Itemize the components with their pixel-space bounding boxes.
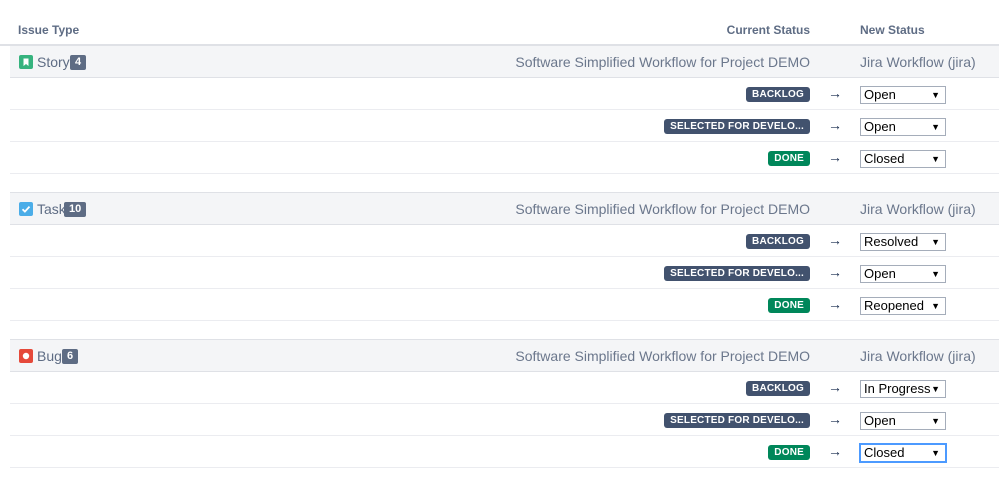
new-status-select[interactable]: Open ▼ <box>860 118 946 136</box>
select-value: Open <box>864 413 896 428</box>
group-header: Task 10 Software Simplified Workflow for… <box>10 192 999 225</box>
issue-type-name: Story <box>37 54 70 70</box>
issue-count-badge: 6 <box>62 349 79 364</box>
new-status-select[interactable]: Closed ▼ <box>860 444 946 462</box>
issue-type-group-story: Story 4 Software Simplified Workflow for… <box>10 45 999 174</box>
current-status-lozenge: SELECTED FOR DEVELO... <box>664 119 810 134</box>
current-status-lozenge: DONE <box>768 151 810 166</box>
arrow-right-icon: → <box>828 296 842 312</box>
chevron-down-icon: ▼ <box>931 416 940 426</box>
arrow-right-icon: → <box>828 411 842 427</box>
arrow-right-icon: → <box>828 232 842 248</box>
column-header-current-status: Current Status <box>726 23 810 37</box>
status-mapping-row: DONE → Closed ▼ <box>10 142 999 174</box>
new-status-select[interactable]: Closed ▼ <box>860 150 946 168</box>
select-value: Open <box>864 266 896 281</box>
new-status-select[interactable]: Resolved ▼ <box>860 233 946 251</box>
status-mapping-row: DONE → Reopened ▼ <box>10 289 999 321</box>
story-icon <box>19 55 33 69</box>
chevron-down-icon: ▼ <box>931 237 940 247</box>
current-status-lozenge: BACKLOG <box>746 381 810 396</box>
chevron-down-icon: ▼ <box>931 448 940 458</box>
current-workflow-name: Software Simplified Workflow for Project… <box>515 54 810 70</box>
column-header-new-status: New Status <box>860 23 925 37</box>
new-status-select[interactable]: Reopened ▼ <box>860 297 946 315</box>
status-mapping-row: SELECTED FOR DEVELO... → Open ▼ <box>10 404 999 436</box>
new-status-select[interactable]: Open ▼ <box>860 86 946 104</box>
arrow-right-icon: → <box>828 85 842 101</box>
chevron-down-icon: ▼ <box>931 122 940 132</box>
issue-count-badge: 4 <box>70 55 87 70</box>
current-status-lozenge: BACKLOG <box>746 234 810 249</box>
current-status-lozenge: DONE <box>768 298 810 313</box>
new-status-select[interactable]: In Progress ▼ <box>860 380 946 398</box>
select-value: In Progress <box>864 381 931 396</box>
arrow-right-icon: → <box>828 443 842 459</box>
select-value: Open <box>864 119 896 134</box>
new-workflow-name: Jira Workflow (jira) <box>860 201 976 217</box>
new-workflow-name: Jira Workflow (jira) <box>860 348 976 364</box>
arrow-right-icon: → <box>828 379 842 395</box>
new-status-select[interactable]: Open ▼ <box>860 412 946 430</box>
column-header-issue-type: Issue Type <box>18 23 80 37</box>
select-value: Resolved <box>864 234 919 249</box>
current-status-lozenge: SELECTED FOR DEVELO... <box>664 413 810 428</box>
issue-count-badge: 10 <box>64 202 87 217</box>
select-value: Closed <box>864 445 905 460</box>
issue-type-group-bug: Bug 6 Software Simplified Workflow for P… <box>10 339 999 468</box>
arrow-right-icon: → <box>828 264 842 280</box>
chevron-down-icon: ▼ <box>931 90 940 100</box>
select-value: Reopened <box>864 298 924 313</box>
chevron-down-icon: ▼ <box>931 301 940 311</box>
group-header: Story 4 Software Simplified Workflow for… <box>10 45 999 78</box>
issue-type-group-task: Task 10 Software Simplified Workflow for… <box>10 192 999 321</box>
select-value: Closed <box>864 151 905 166</box>
current-status-lozenge: BACKLOG <box>746 87 810 102</box>
current-status-lozenge: SELECTED FOR DEVELO... <box>664 266 810 281</box>
current-status-lozenge: DONE <box>768 445 810 460</box>
current-workflow-name: Software Simplified Workflow for Project… <box>515 348 810 364</box>
select-value: Open <box>864 87 896 102</box>
new-status-select[interactable]: Open ▼ <box>860 265 946 283</box>
arrow-right-icon: → <box>828 149 842 165</box>
issue-type-name: Bug <box>37 348 62 364</box>
bug-icon <box>19 349 33 363</box>
status-mapping-row: SELECTED FOR DEVELO... → Open ▼ <box>10 110 999 142</box>
status-mapping-row: BACKLOG → In Progress ▼ <box>10 372 999 404</box>
current-workflow-name: Software Simplified Workflow for Project… <box>515 201 810 217</box>
chevron-down-icon: ▼ <box>931 384 940 394</box>
task-icon <box>19 202 33 216</box>
table-header: Issue Type Current Status New Status <box>0 0 999 46</box>
status-mapping-row: BACKLOG → Open ▼ <box>10 78 999 110</box>
arrow-right-icon: → <box>828 117 842 133</box>
status-mapping-row: DONE → Closed ▼ <box>10 436 999 468</box>
status-mapping-row: SELECTED FOR DEVELO... → Open ▼ <box>10 257 999 289</box>
chevron-down-icon: ▼ <box>931 269 940 279</box>
status-mapping-row: BACKLOG → Resolved ▼ <box>10 225 999 257</box>
chevron-down-icon: ▼ <box>931 154 940 164</box>
new-workflow-name: Jira Workflow (jira) <box>860 54 976 70</box>
group-header: Bug 6 Software Simplified Workflow for P… <box>10 339 999 372</box>
issue-type-name: Task <box>37 201 66 217</box>
